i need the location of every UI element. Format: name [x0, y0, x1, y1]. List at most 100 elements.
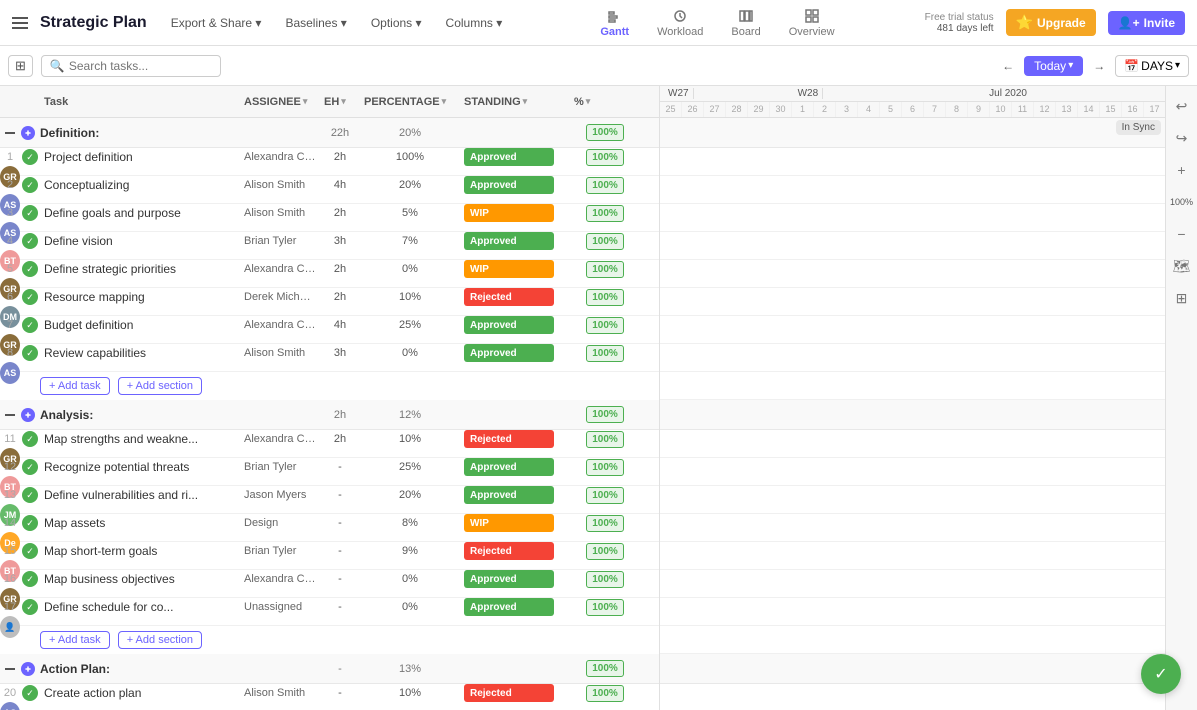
section-collapse-analysis[interactable] [0, 409, 20, 421]
col-eh[interactable]: EH ▾ [320, 96, 360, 108]
task-standing: Approved [460, 570, 570, 588]
col-task-name[interactable]: Task [40, 96, 240, 108]
task-row: 11 Map strengths and weakne... Alexandra… [0, 430, 659, 458]
task-name[interactable]: Define vision [40, 234, 240, 248]
gantt-section-row [660, 654, 1197, 684]
baselines-btn[interactable]: Baselines ▾ [277, 12, 354, 34]
days-button[interactable]: 📅 DAYS ▾ [1115, 55, 1189, 77]
task-name[interactable]: Review capabilities [40, 346, 240, 360]
add-task-btn-analysis[interactable]: + Add task [40, 631, 110, 649]
task-badge: 100% [570, 459, 640, 476]
task-eh: - [320, 461, 360, 473]
col-percentage[interactable]: PERCENTAGE ▾ [360, 96, 460, 108]
hamburger-menu[interactable] [12, 17, 28, 29]
section-icon [20, 125, 36, 141]
task-check[interactable] [20, 233, 40, 249]
task-name[interactable]: Define goals and purpose [40, 206, 240, 220]
gantt-day: 13 [1056, 102, 1078, 117]
task-check[interactable] [20, 459, 40, 475]
task-badge: 100% [570, 205, 640, 222]
export-share-btn[interactable]: Export & Share ▾ [163, 12, 270, 34]
task-pct: 0% [360, 347, 460, 359]
task-check[interactable] [20, 261, 40, 277]
task-name[interactable]: Map short-term goals [40, 544, 240, 558]
add-section-btn-analysis[interactable]: + Add section [118, 631, 202, 649]
zoom-in-icon[interactable]: + [1170, 158, 1194, 182]
zoom-label: 100% [1170, 190, 1194, 214]
task-check[interactable] [20, 571, 40, 587]
table-icon[interactable]: ⊞ [1170, 286, 1194, 310]
task-name[interactable]: Recognize potential threats [40, 460, 240, 474]
task-check[interactable] [20, 543, 40, 559]
add-section-btn-definition[interactable]: + Add section [118, 377, 202, 395]
gantt-row [660, 232, 1197, 260]
col-pct[interactable]: % ▾ [570, 96, 640, 108]
task-name[interactable]: Project definition [40, 150, 240, 164]
tab-gantt[interactable]: Gantt [586, 4, 643, 42]
section-collapse-action_plan[interactable] [0, 663, 20, 675]
task-name[interactable]: Conceptualizing [40, 178, 240, 192]
task-standing: Rejected [460, 430, 570, 448]
task-check[interactable] [20, 515, 40, 531]
task-badge: 100% [570, 177, 640, 194]
task-check[interactable] [20, 317, 40, 333]
tab-board[interactable]: Board [717, 4, 774, 42]
task-check[interactable] [20, 289, 40, 305]
add-row-analysis: + Add task + Add section [0, 626, 659, 654]
task-name[interactable]: Create action plan [40, 686, 240, 700]
task-standing: WIP [460, 260, 570, 278]
task-badge: 100% [570, 289, 640, 306]
task-num: 11 [0, 433, 20, 445]
upgrade-button[interactable]: ⭐ Upgrade [1006, 9, 1096, 36]
search-input[interactable] [69, 59, 212, 73]
task-check[interactable] [20, 685, 40, 701]
tab-workload[interactable]: Workload [643, 4, 717, 42]
task-name[interactable]: Resource mapping [40, 290, 240, 304]
task-num: 1 [0, 151, 20, 163]
tab-overview[interactable]: Overview [775, 4, 849, 42]
task-name[interactable]: Map business objectives [40, 572, 240, 586]
task-name[interactable]: Map assets [40, 516, 240, 530]
map-icon[interactable]: 🗺 [1170, 254, 1194, 278]
task-eh: - [320, 687, 360, 699]
columns-btn[interactable]: Columns ▾ [438, 12, 511, 34]
expand-all-btn[interactable]: ⊞ [8, 55, 33, 77]
task-eh: 4h [320, 319, 360, 331]
nav-right-arrow[interactable]: → [1087, 54, 1111, 78]
task-eh: - [320, 489, 360, 501]
col-standing[interactable]: STANDING ▾ [460, 96, 570, 108]
task-num: 5 [0, 263, 20, 275]
undo-icon[interactable]: ↩ [1170, 94, 1194, 118]
task-check[interactable] [20, 149, 40, 165]
gantt-area: W27 W28 Jul 2020 25262728293012345678910… [660, 86, 1197, 710]
task-check[interactable] [20, 599, 40, 615]
zoom-out-icon[interactable]: − [1170, 222, 1194, 246]
options-btn[interactable]: Options ▾ [363, 12, 430, 34]
task-badge: 100% [570, 487, 640, 504]
task-standing: Rejected [460, 684, 570, 702]
gantt-header: W27 W28 Jul 2020 25262728293012345678910… [660, 86, 1197, 118]
today-button[interactable]: Today ▾ [1024, 56, 1083, 76]
help-button[interactable]: ✓ [1141, 654, 1181, 694]
task-check[interactable] [20, 177, 40, 193]
task-eh: 3h [320, 235, 360, 247]
nav-left-arrow[interactable]: ← [996, 54, 1020, 78]
task-name[interactable]: Budget definition [40, 318, 240, 332]
search-box[interactable]: 🔍 [41, 55, 221, 77]
task-check[interactable] [20, 487, 40, 503]
task-check[interactable] [20, 205, 40, 221]
task-pct: 20% [360, 179, 460, 191]
task-name[interactable]: Define schedule for co... [40, 600, 240, 614]
section-collapse-definition[interactable] [0, 127, 20, 139]
gantt-day: 30 [770, 102, 792, 117]
task-name[interactable]: Define vulnerabilities and ri... [40, 488, 240, 502]
add-task-btn-definition[interactable]: + Add task [40, 377, 110, 395]
task-name[interactable]: Map strengths and weakne... [40, 432, 240, 446]
task-check[interactable] [20, 431, 40, 447]
invite-button[interactable]: 👤+ Invite [1108, 11, 1185, 35]
task-name[interactable]: Define strategic priorities [40, 262, 240, 276]
col-assignee[interactable]: ASSIGNEE ▾ [240, 96, 320, 108]
redo-icon[interactable]: ↪ [1170, 126, 1194, 150]
task-num: 12 [0, 461, 20, 473]
task-check[interactable] [20, 345, 40, 361]
